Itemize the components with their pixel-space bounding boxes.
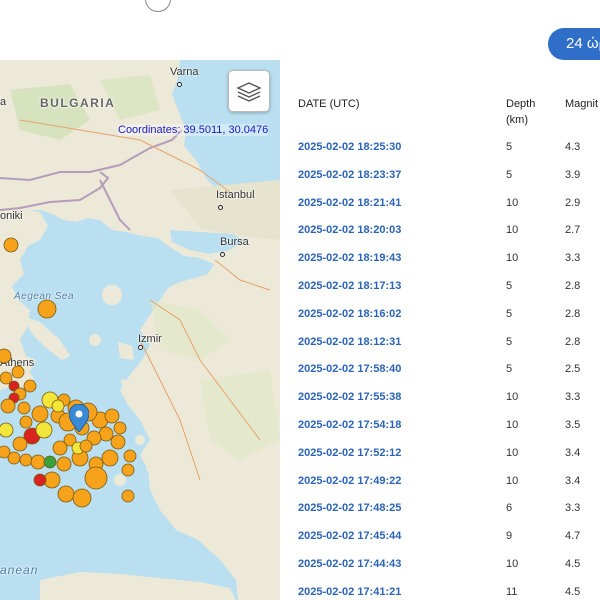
cell-date[interactable]: 2025-02-02 17:48:25 [298, 501, 401, 515]
cell-depth: 5 [506, 307, 513, 320]
cell-magnitude: 3.4 [565, 474, 581, 487]
column-header-date[interactable]: DATE (UTC) [298, 96, 360, 112]
table-row[interactable]: 2025-02-02 18:12:31 5 2.8 [298, 335, 600, 363]
cell-date[interactable]: 2025-02-02 18:21:41 [298, 196, 401, 210]
table-row[interactable]: 2025-02-02 17:49:22 10 3.4 [298, 474, 600, 502]
cell-date[interactable]: 2025-02-02 17:44:43 [298, 557, 401, 571]
table-row[interactable]: 2025-02-02 17:48:25 6 3.3 [298, 501, 600, 529]
time-range-button[interactable]: 24 ώρ [548, 28, 600, 60]
table-body: 2025-02-02 18:25:30 5 4.3 2025-02-02 18:23:… [298, 140, 600, 600]
cell-depth: 9 [506, 530, 513, 543]
cell-depth: 11 [506, 585, 518, 598]
cell-depth: 5 [506, 363, 513, 376]
cell-date[interactable]: 2025-02-02 18:16:02 [298, 307, 401, 321]
cell-date[interactable]: 2025-02-02 18:25:30 [298, 140, 401, 154]
cell-depth: 10 [506, 474, 519, 487]
cell-date[interactable]: 2025-02-02 17:54:18 [298, 418, 401, 432]
table-row[interactable]: 2025-02-02 18:25:30 5 4.3 [298, 140, 600, 168]
coordinates-readout: Coordinates: 39.5011, 30.0476 [118, 124, 269, 136]
cell-depth: 5 [506, 279, 513, 292]
table-row[interactable]: 2025-02-02 17:41:21 11 4.5 [298, 585, 600, 600]
cell-depth: 10 [506, 446, 519, 459]
cell-magnitude: 3.4 [565, 446, 581, 459]
table-row[interactable]: 2025-02-02 17:45:44 9 4.7 [298, 529, 600, 557]
cell-magnitude: 4.7 [565, 530, 581, 543]
cell-magnitude: 2.5 [565, 363, 581, 376]
earthquake-map[interactable]: Varna BULGARIA a Istanbul Bursa oniki Ae… [0, 60, 280, 600]
column-header-depth[interactable]: Depth (km) [506, 96, 556, 128]
table-row[interactable]: 2025-02-02 18:17:13 5 2.8 [298, 279, 600, 307]
cell-depth: 6 [506, 502, 513, 515]
cell-date[interactable]: 2025-02-02 17:45:44 [298, 529, 401, 543]
table-row[interactable]: 2025-02-02 18:20:03 10 2.7 [298, 223, 600, 251]
cell-magnitude: 4.5 [565, 585, 581, 598]
table-row[interactable]: 2025-02-02 17:54:18 10 3.5 [298, 418, 600, 446]
cell-date[interactable]: 2025-02-02 17:52:12 [298, 446, 401, 460]
cell-date[interactable]: 2025-02-02 17:55:38 [298, 390, 401, 404]
cell-magnitude: 2.9 [565, 196, 581, 209]
cell-depth: 10 [506, 196, 519, 209]
cell-date[interactable]: 2025-02-02 17:49:22 [298, 474, 401, 488]
map-pin-icon[interactable] [69, 404, 89, 432]
cell-magnitude: 3.3 [565, 252, 581, 265]
cell-date[interactable]: 2025-02-02 18:12:31 [298, 335, 401, 349]
cell-depth: 10 [506, 418, 519, 431]
cell-magnitude: 2.7 [565, 224, 581, 237]
cell-date[interactable]: 2025-02-02 18:23:37 [298, 168, 401, 182]
cell-date[interactable]: 2025-02-02 17:58:40 [298, 362, 401, 376]
cell-magnitude: 2.8 [565, 279, 581, 292]
cell-depth: 10 [506, 557, 519, 570]
table-header: DATE (UTC) Depth (km) Magnit [298, 96, 600, 140]
layers-icon [236, 82, 262, 102]
cell-depth: 5 [506, 141, 513, 153]
cell-date[interactable]: 2025-02-02 18:17:13 [298, 279, 401, 293]
column-header-magnitude[interactable]: Magnit [565, 96, 598, 112]
table-row[interactable]: 2025-02-02 18:23:37 5 3.9 [298, 168, 600, 196]
cell-depth: 10 [506, 391, 519, 404]
table-row[interactable]: 2025-02-02 17:58:40 5 2.5 [298, 362, 600, 390]
cell-magnitude: 3.3 [565, 502, 581, 515]
cell-magnitude: 3.9 [565, 168, 581, 181]
cell-date[interactable]: 2025-02-02 18:19:43 [298, 251, 401, 265]
cell-date[interactable]: 2025-02-02 18:20:03 [298, 223, 401, 237]
cell-magnitude: 4.5 [565, 557, 581, 570]
cell-magnitude: 4.3 [565, 141, 581, 153]
earthquake-table: DATE (UTC) Depth (km) Magnit 2025-02-02 … [298, 96, 600, 600]
cell-depth: 10 [506, 252, 519, 265]
cell-magnitude: 3.3 [565, 391, 581, 404]
table-row[interactable]: 2025-02-02 17:55:38 10 3.3 [298, 390, 600, 418]
cell-magnitude: 2.8 [565, 335, 581, 348]
cell-magnitude: 3.5 [565, 418, 581, 431]
top-circle-icon[interactable] [145, 0, 171, 12]
cell-depth: 5 [506, 335, 513, 348]
table-row[interactable]: 2025-02-02 18:21:41 10 2.9 [298, 196, 600, 224]
table-row[interactable]: 2025-02-02 17:52:12 10 3.4 [298, 446, 600, 474]
cell-depth: 10 [506, 224, 519, 237]
earthquake-markers[interactable] [0, 60, 280, 600]
cell-depth: 5 [506, 168, 513, 181]
table-row[interactable]: 2025-02-02 18:16:02 5 2.8 [298, 307, 600, 335]
layers-button[interactable] [228, 70, 270, 112]
cell-magnitude: 2.8 [565, 307, 581, 320]
table-row[interactable]: 2025-02-02 18:19:43 10 3.3 [298, 251, 600, 279]
cell-date[interactable]: 2025-02-02 17:41:21 [298, 585, 401, 599]
table-row[interactable]: 2025-02-02 17:44:43 10 4.5 [298, 557, 600, 585]
